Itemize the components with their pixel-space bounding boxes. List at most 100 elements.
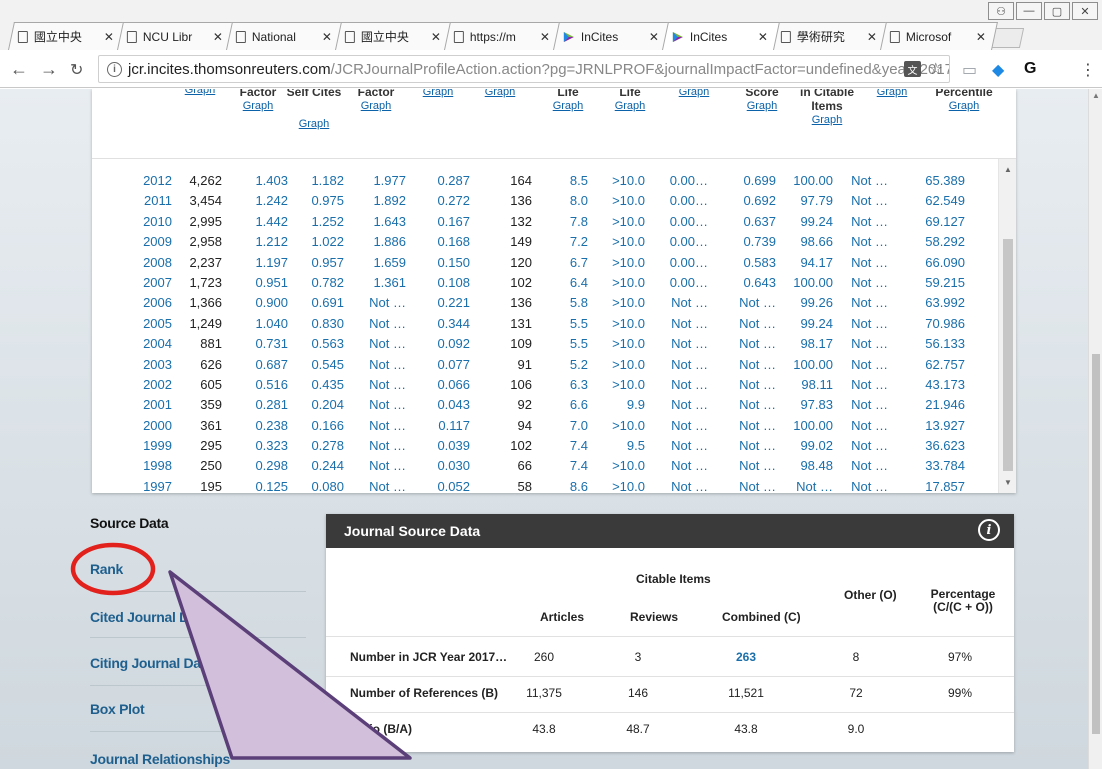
tab-close-icon[interactable]: ✕ (102, 30, 116, 44)
bookmark-star-icon[interactable]: ☆ (929, 59, 943, 79)
table-cell: 0.298 (255, 458, 288, 474)
tab-close-icon[interactable]: ✕ (647, 30, 661, 44)
browser-tab[interactable]: National ✕ (226, 22, 344, 50)
table-cell: 100.00 (793, 173, 833, 188)
scroll-down-arrow-icon[interactable]: ▼ (1004, 478, 1012, 487)
table-scroll-thumb[interactable] (1003, 239, 1013, 471)
close-window-button[interactable]: ✕ (1072, 2, 1098, 20)
combined-count-link[interactable]: 263 (716, 650, 776, 664)
table-cell: 0.117 (438, 417, 470, 433)
source-cell: 8 (852, 650, 860, 664)
table-cell: 3,454 (189, 193, 222, 209)
graph-link[interactable]: Graph (924, 99, 1004, 113)
tab-title: 學術研究 (796, 30, 845, 44)
page-scroll-up-icon[interactable]: ▲ (1092, 91, 1100, 100)
table-cell: Not … (739, 458, 776, 474)
maximize-button[interactable]: ▢ (1044, 2, 1070, 20)
source-row-label: Number of References (B) (350, 686, 499, 700)
menu-kebab-icon[interactable]: ⋮ (1080, 60, 1096, 80)
page-scroll-thumb[interactable] (1092, 354, 1100, 734)
tab-close-icon[interactable]: ✕ (320, 30, 334, 44)
browser-tab[interactable]: Microsof ✕ (880, 22, 998, 50)
browser-tab[interactable]: NCU Libr ✕ (117, 22, 235, 50)
table-row: 2001 359 0.281 0.204 Not … 0.043 92 6.6 9.9 Not …… (92, 395, 998, 415)
browser-tab[interactable]: 國立中央 ✕ (8, 22, 126, 50)
extension-doc-icon[interactable]: ▭ (962, 60, 977, 80)
back-arrow-icon[interactable]: ← (10, 59, 28, 80)
table-cell: 0.00… (669, 274, 708, 290)
reload-icon[interactable]: ↻ (70, 60, 83, 80)
address-bar[interactable]: i jcr.incites.thomsonreuters.com/JCRJour… (98, 55, 950, 83)
tab-close-icon[interactable]: ✕ (865, 30, 879, 44)
browser-tab[interactable]: 國立中央 ✕ (335, 22, 453, 50)
translate-icon[interactable]: 文 (904, 61, 921, 77)
table-cell: 250 (200, 458, 222, 474)
table-cell: Not … (739, 315, 776, 331)
table-cell: 7.8 (569, 213, 588, 229)
graph-link[interactable]: Graph (787, 113, 867, 127)
table-cell: 6.7 (569, 254, 588, 270)
table-cell: 2,995 (189, 213, 222, 229)
table-cell: Not … (851, 315, 888, 331)
table-cell: Not … (851, 397, 888, 413)
graph-link[interactable]: Graph (336, 99, 416, 113)
table-cell: 0.563 (311, 336, 344, 352)
table-cell: 33.784 (925, 458, 965, 474)
table-cell: Not … (671, 438, 708, 454)
table-cell: 1.361 (373, 274, 406, 290)
source-cell: 97% (947, 650, 973, 664)
info-icon[interactable]: i (978, 519, 1000, 541)
table-cell: 0.739 (743, 234, 776, 250)
tab-close-icon[interactable]: ✕ (974, 30, 988, 44)
table-cell: Not … (671, 376, 708, 392)
table-cell: 881 (200, 336, 222, 352)
extension-ghostery-icon[interactable]: G (1024, 60, 1036, 78)
browser-tab[interactable]: 學術研究 ✕ (771, 22, 889, 50)
table-cell: 295 (200, 438, 222, 454)
forward-arrow-icon[interactable]: → (40, 59, 58, 80)
table-cell: 0.030 (437, 458, 470, 474)
table-cell: 0.687 (255, 356, 288, 372)
table-scrollbar[interactable]: ▲ ▼ (998, 159, 1016, 493)
table-cell: Not … (671, 458, 708, 474)
table-cell: Not … (369, 315, 406, 331)
browser-tab[interactable]: https://m ✕ (444, 22, 562, 50)
graph-link[interactable]: Graph (852, 89, 932, 99)
page-scrollbar[interactable]: ▲ (1088, 89, 1102, 769)
table-cell: 100.00 (793, 417, 833, 433)
browser-tab[interactable]: InCites ✕ (553, 22, 671, 50)
nav-cited-journal-data[interactable]: Cited Journal Data (90, 609, 209, 625)
nav-box-plot[interactable]: Box Plot (90, 701, 145, 717)
nav-citing-journal-data[interactable]: Citing Journal Data (90, 655, 213, 671)
table-cell: Not … (369, 336, 406, 352)
table-cell: Not … (739, 438, 776, 454)
table-cell: 100.00 (793, 274, 833, 290)
tab-close-icon[interactable]: ✕ (429, 30, 443, 44)
panel-title: Journal Source Data (344, 523, 481, 539)
nav-rank[interactable]: Rank (90, 561, 123, 577)
table-row: 2012 4,262 1.403 1.182 1.977 0.287 164 8.5 >10.0… (92, 171, 998, 191)
browser-tab[interactable]: InCites ✕ (662, 22, 780, 50)
profile-button[interactable]: ⚇ (988, 2, 1014, 20)
graph-link[interactable]: Graph (274, 117, 354, 131)
tab-close-icon[interactable]: ✕ (756, 30, 770, 44)
scroll-up-arrow-icon[interactable]: ▲ (1004, 165, 1012, 174)
tab-close-icon[interactable]: ✕ (211, 30, 225, 44)
table-cell: >10.0 (612, 336, 645, 352)
window-controls: ⚇ — ▢ ✕ (988, 2, 1098, 20)
source-row-label: Number in JCR Year 2017… (350, 650, 508, 664)
minimize-button[interactable]: — (1016, 2, 1042, 20)
site-info-icon[interactable]: i (107, 61, 122, 77)
graph-link[interactable]: Graph (590, 99, 670, 113)
nav-journal-relationships[interactable]: Journal Relationships (90, 751, 230, 767)
table-cell: 98.66 (800, 234, 833, 250)
table-cell: 149 (510, 234, 532, 250)
table-cell: 13.927 (925, 417, 965, 433)
tab-close-icon[interactable]: ✕ (538, 30, 552, 44)
extension-diamond-icon[interactable]: ◆ (992, 60, 1004, 80)
table-header: Graph Factor Graph Self Cites Graph Factor Gra… (92, 89, 1016, 159)
table-cell: 1,249 (189, 315, 222, 331)
table-cell: >10.0 (612, 193, 645, 209)
table-cell: 0.637 (743, 213, 776, 229)
table-cell: 361 (200, 417, 222, 433)
